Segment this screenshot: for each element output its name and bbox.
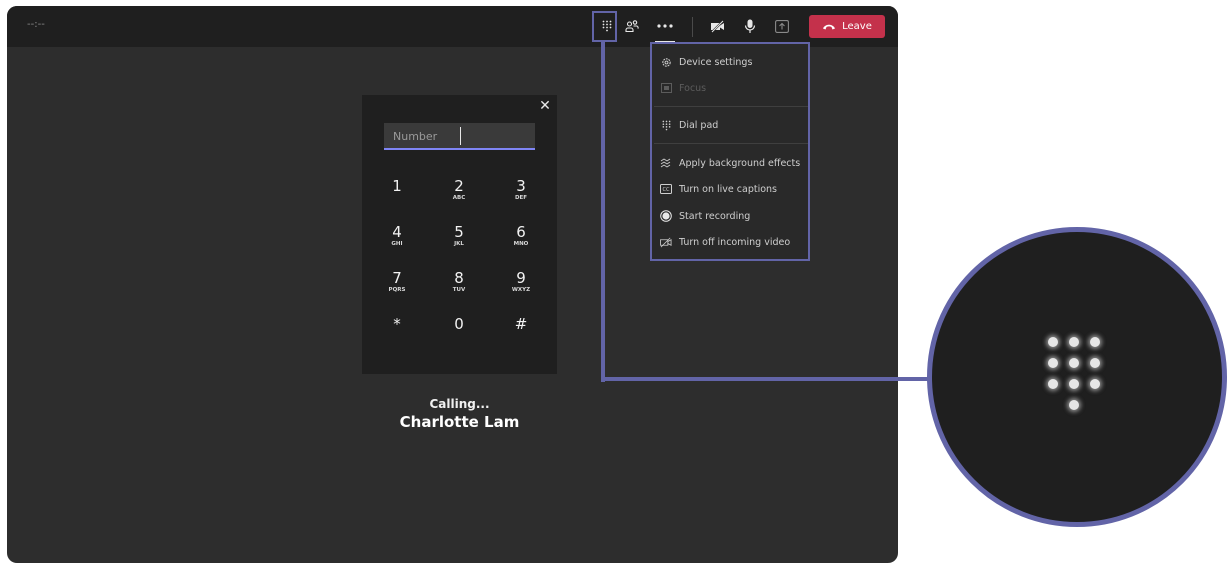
key-digit: *	[393, 315, 401, 333]
menu-divider	[654, 106, 808, 107]
dialpad-key[interactable]: 9 WXYZ	[496, 269, 546, 309]
close-icon[interactable]: ✕	[538, 98, 552, 114]
menu-label: Start recording	[679, 210, 751, 222]
call-toolbar: --:-- Leave	[7, 6, 898, 47]
menu-divider	[654, 143, 808, 144]
menu-item-focus: Focus	[660, 78, 706, 98]
key-digit: #	[514, 315, 528, 333]
menu-item-turn-off-incoming-video[interactable]: Turn off incoming video	[660, 232, 790, 252]
key-digit: 0	[454, 315, 464, 333]
key-letters: JKL	[454, 241, 464, 247]
dialpad-key[interactable]: #	[496, 315, 546, 355]
gear-icon	[660, 56, 672, 68]
microphone-button[interactable]	[738, 13, 762, 39]
dialpad-key[interactable]: 4 GHI	[372, 223, 422, 263]
call-timer: --:--	[27, 19, 45, 30]
key-digit: 5	[454, 223, 464, 241]
participants-icon	[625, 20, 639, 33]
menu-item-start-recording[interactable]: Start recording	[660, 206, 750, 226]
mic-icon	[744, 19, 756, 33]
menu-item-device-settings[interactable]: Device settings	[660, 52, 752, 72]
menu-label: Turn on live captions	[679, 183, 778, 195]
key-letters: MNO	[513, 241, 529, 247]
focus-icon	[660, 82, 672, 94]
svg-text:CC: CC	[663, 187, 670, 193]
key-letters: PQRS	[388, 287, 406, 293]
dialpad-key[interactable]: 0	[434, 315, 484, 355]
call-status: Calling...	[429, 397, 490, 411]
key-letters: DEF	[514, 195, 528, 201]
participants-button[interactable]	[621, 13, 643, 39]
more-actions-button[interactable]	[653, 13, 677, 39]
menu-label: Device settings	[679, 56, 753, 68]
dialpad-key[interactable]: 6 MNO	[496, 223, 546, 263]
key-digit: 7	[392, 269, 402, 287]
leave-button[interactable]: Leave	[809, 15, 885, 38]
key-digit: 8	[454, 269, 464, 287]
callout-line-horizontal	[601, 377, 931, 381]
menu-label: Apply background effects	[679, 157, 801, 169]
text-caret	[460, 127, 461, 145]
dialpad-key[interactable]: 8 TUV	[434, 269, 484, 309]
key-digit: 1	[392, 177, 402, 195]
key-letters: ABC	[452, 195, 466, 201]
menu-item-live-captions[interactable]: CC Turn on live captions	[660, 179, 777, 199]
share-screen-button[interactable]	[770, 13, 794, 39]
key-digit: 3	[516, 177, 526, 195]
dialpad-key[interactable]: 3 DEF	[496, 177, 546, 217]
menu-label: Turn off incoming video	[679, 236, 791, 248]
dialpad-key[interactable]: 2 ABC	[434, 177, 484, 217]
leave-label: Leave	[842, 21, 872, 32]
key-letters: TUV	[452, 287, 466, 293]
menu-label: Focus	[679, 82, 707, 94]
share-icon	[775, 19, 789, 33]
dialpad-key[interactable]: 5 JKL	[434, 223, 484, 263]
key-digit: 6	[516, 223, 526, 241]
dial-pad-panel: ✕ Number 1 2 ABC 3 DEF 4 GHI 5 JKL 6 MNO 7 PQRS 8 TUV 9…	[362, 95, 557, 374]
dialpad-zoom-callout	[927, 227, 1227, 527]
menu-item-background-effects[interactable]: Apply background effects	[660, 153, 800, 173]
menu-item-dial-pad[interactable]: Dial pad	[660, 115, 718, 135]
more-actions-menu: Device settings Focus Dial pad Apply bac…	[650, 42, 810, 261]
hangup-icon	[823, 24, 836, 30]
key-digit: 2	[454, 177, 464, 195]
captions-icon: CC	[660, 183, 672, 195]
callout-line-vertical	[601, 40, 605, 382]
dialpad-key[interactable]: *	[372, 315, 422, 355]
number-placeholder: Number	[393, 130, 438, 143]
video-off-icon	[660, 236, 672, 248]
dialpad-key[interactable]: 1	[372, 177, 422, 217]
key-letters: GHI	[391, 241, 403, 247]
callee-name: Charlotte Lam	[399, 413, 520, 431]
dialpad-key[interactable]: 7 PQRS	[372, 269, 422, 309]
background-effects-icon	[660, 157, 672, 169]
camera-toggle-button[interactable]	[706, 13, 730, 39]
dialpad-button-highlight	[592, 11, 617, 42]
camera-off-icon	[711, 19, 724, 33]
record-icon	[660, 210, 672, 222]
number-input[interactable]: Number	[384, 123, 535, 150]
key-letters: WXYZ	[511, 287, 531, 293]
dialpad-icon	[660, 119, 672, 131]
key-digit: 9	[516, 269, 526, 287]
toolbar-divider	[692, 17, 693, 37]
more-icon	[657, 24, 673, 28]
key-digit: 4	[392, 223, 402, 241]
menu-label: Dial pad	[679, 119, 719, 131]
